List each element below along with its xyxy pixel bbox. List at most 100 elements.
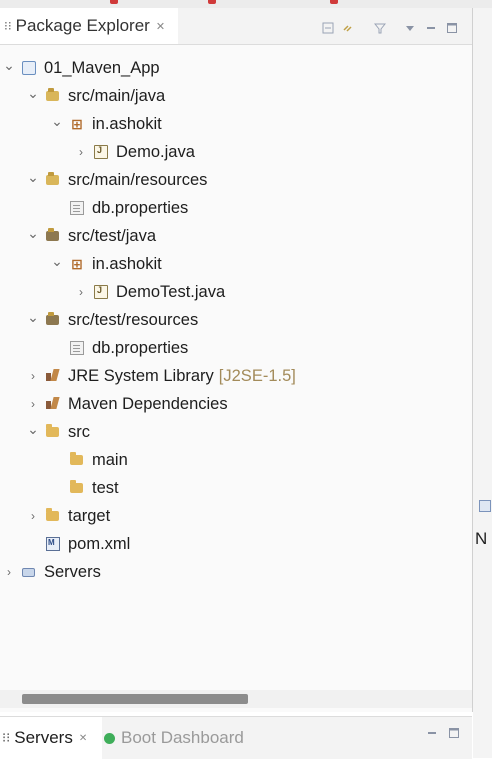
tab-label: Boot Dashboard bbox=[121, 728, 244, 747]
chevron-right-icon[interactable]: › bbox=[74, 285, 88, 299]
toolbar-red-icon bbox=[110, 0, 118, 4]
tree-item[interactable]: test bbox=[0, 474, 472, 502]
tree-item[interactable]: › DemoTest.java bbox=[0, 278, 472, 306]
tree-item-name: db.properties bbox=[92, 198, 189, 217]
tree-item-name: target bbox=[68, 506, 111, 525]
toolbar-red-icon bbox=[208, 0, 216, 4]
tree-item[interactable]: pom.xml bbox=[0, 530, 472, 558]
tree-item[interactable]: › target bbox=[0, 502, 472, 530]
chevron-down-icon[interactable]: ⌄ bbox=[26, 85, 40, 102]
link-with-editor-icon[interactable] bbox=[342, 22, 354, 34]
chevron-down-icon[interactable]: ⌄ bbox=[26, 169, 40, 186]
java-file-icon bbox=[94, 145, 108, 159]
right-edge-label: N bbox=[475, 529, 488, 548]
chevron-down-icon[interactable]: ⌄ bbox=[2, 57, 16, 74]
tree-item[interactable]: db.properties bbox=[0, 194, 472, 222]
tree-item[interactable]: ⌄ 01_Maven_App bbox=[0, 54, 472, 82]
tree-item[interactable]: ⌄ src/test/resources bbox=[0, 306, 472, 334]
tab-label: Servers bbox=[14, 728, 73, 747]
tree-item[interactable]: › Demo.java bbox=[0, 138, 472, 166]
window-top-strip bbox=[0, 0, 492, 8]
tree-item-name: 01_Maven_App bbox=[44, 58, 160, 77]
java-file-icon bbox=[94, 285, 108, 299]
chevron-right-icon[interactable]: › bbox=[2, 565, 16, 579]
folder-icon bbox=[70, 452, 83, 465]
tree-item-label: JRE System Library [J2SE-1.5] bbox=[68, 367, 296, 386]
tree-item[interactable]: db.properties bbox=[0, 334, 472, 362]
library-icon bbox=[46, 397, 60, 411]
horizontal-scrollbar-thumb[interactable] bbox=[22, 694, 248, 704]
minimize-icon[interactable] bbox=[425, 22, 437, 34]
tree-item-name: in.ashokit bbox=[92, 254, 162, 273]
chevron-right-icon[interactable]: › bbox=[26, 397, 40, 411]
tree-item[interactable]: ⌄ src/test/java bbox=[0, 222, 472, 250]
tree-item-label: src/main/java bbox=[68, 87, 165, 106]
xml-file-icon bbox=[46, 537, 60, 551]
properties-file-icon bbox=[70, 201, 84, 215]
tree-item-label: DemoTest.java bbox=[116, 283, 225, 302]
chevron-down-icon[interactable]: ⌄ bbox=[26, 421, 40, 438]
tree-item-label: Maven Dependencies bbox=[68, 395, 228, 414]
chevron-right-icon[interactable]: › bbox=[26, 509, 40, 523]
tree-item-name: src/test/resources bbox=[68, 310, 199, 329]
package-explorer-tabbar: ⁝⁝ Package Explorer ✕ bbox=[0, 8, 472, 45]
tree-item-label: in.ashokit bbox=[92, 255, 162, 274]
package-icon: ⊞ bbox=[71, 116, 83, 132]
maximize-icon[interactable] bbox=[448, 727, 460, 739]
maximize-icon[interactable] bbox=[446, 22, 458, 34]
tree-item[interactable]: ⌄ ⊞ in.ashokit bbox=[0, 250, 472, 278]
chevron-right-icon[interactable]: › bbox=[26, 369, 40, 383]
chevron-down-icon[interactable]: ⌄ bbox=[50, 253, 64, 270]
tab-label: Package Explorer bbox=[15, 16, 150, 35]
tree-item-label: src/test/java bbox=[68, 227, 156, 246]
tab-servers[interactable]: ⁝⁝ Servers ✕ bbox=[0, 717, 102, 759]
test-source-folder-icon bbox=[46, 312, 59, 325]
tab-package-explorer[interactable]: ⁝⁝ Package Explorer ✕ bbox=[0, 8, 178, 44]
tree-item-label: db.properties bbox=[92, 199, 188, 218]
outline-icon[interactable] bbox=[479, 500, 491, 512]
test-source-folder-icon bbox=[46, 228, 59, 241]
tree-item-name: Maven Dependencies bbox=[68, 394, 228, 413]
library-icon bbox=[46, 369, 60, 383]
tree-item-name: JRE System Library bbox=[68, 366, 214, 385]
tree-item-label: src bbox=[68, 423, 90, 442]
chevron-right-icon[interactable]: › bbox=[74, 145, 88, 159]
close-icon[interactable]: ✕ bbox=[79, 733, 87, 744]
tree-item-name: Demo.java bbox=[116, 142, 195, 161]
tree-item-label: Demo.java bbox=[116, 143, 195, 162]
tree-item-name: pom.xml bbox=[68, 534, 131, 553]
tree-item-name: src/main/resources bbox=[68, 170, 208, 189]
toolbar-red-icon bbox=[330, 0, 338, 4]
tree-item-label: test bbox=[92, 479, 119, 498]
tab-boot-dashboard[interactable]: Boot Dashboard bbox=[104, 717, 244, 759]
tree-item[interactable]: main bbox=[0, 446, 472, 474]
project-icon bbox=[22, 61, 36, 75]
tree-item-name: src/test/java bbox=[68, 226, 157, 245]
view-menu-icon[interactable] bbox=[404, 22, 416, 34]
collapse-all-icon[interactable] bbox=[322, 22, 334, 34]
tree-item[interactable]: › JRE System Library [J2SE-1.5] bbox=[0, 362, 472, 390]
tree-item[interactable]: ⌄ src bbox=[0, 418, 472, 446]
tree-item[interactable]: › Servers bbox=[0, 558, 472, 586]
chevron-down-icon[interactable]: ⌄ bbox=[50, 113, 64, 130]
folder-icon bbox=[46, 508, 59, 521]
package-icon: ⊞ bbox=[71, 256, 83, 272]
tree-item-decoration: [J2SE-1.5] bbox=[218, 366, 296, 385]
tree-item-name: Servers bbox=[44, 562, 101, 581]
filter-icon[interactable] bbox=[374, 22, 386, 34]
bottom-panel-tabbar: ⁝⁝ Servers ✕ Boot Dashboard bbox=[0, 716, 472, 759]
tree-item[interactable]: ⌄ src/main/java bbox=[0, 82, 472, 110]
tree-item[interactable]: ⌄ ⊞ in.ashokit bbox=[0, 110, 472, 138]
package-explorer-icon: ⁝⁝ bbox=[4, 19, 12, 33]
chevron-down-icon[interactable]: ⌄ bbox=[26, 309, 40, 326]
minimize-icon[interactable] bbox=[426, 727, 438, 739]
chevron-down-icon[interactable]: ⌄ bbox=[26, 225, 40, 242]
tree-item-label: Servers bbox=[44, 563, 101, 582]
tree-item-label: in.ashokit bbox=[92, 115, 162, 134]
tree-item[interactable]: ⌄ src/main/resources bbox=[0, 166, 472, 194]
tree-item[interactable]: › Maven Dependencies bbox=[0, 390, 472, 418]
close-icon[interactable]: ✕ bbox=[156, 20, 165, 33]
tree-item-name: main bbox=[92, 450, 128, 469]
tree-item-label: db.properties bbox=[92, 339, 188, 358]
tree-item-name: test bbox=[92, 478, 119, 497]
